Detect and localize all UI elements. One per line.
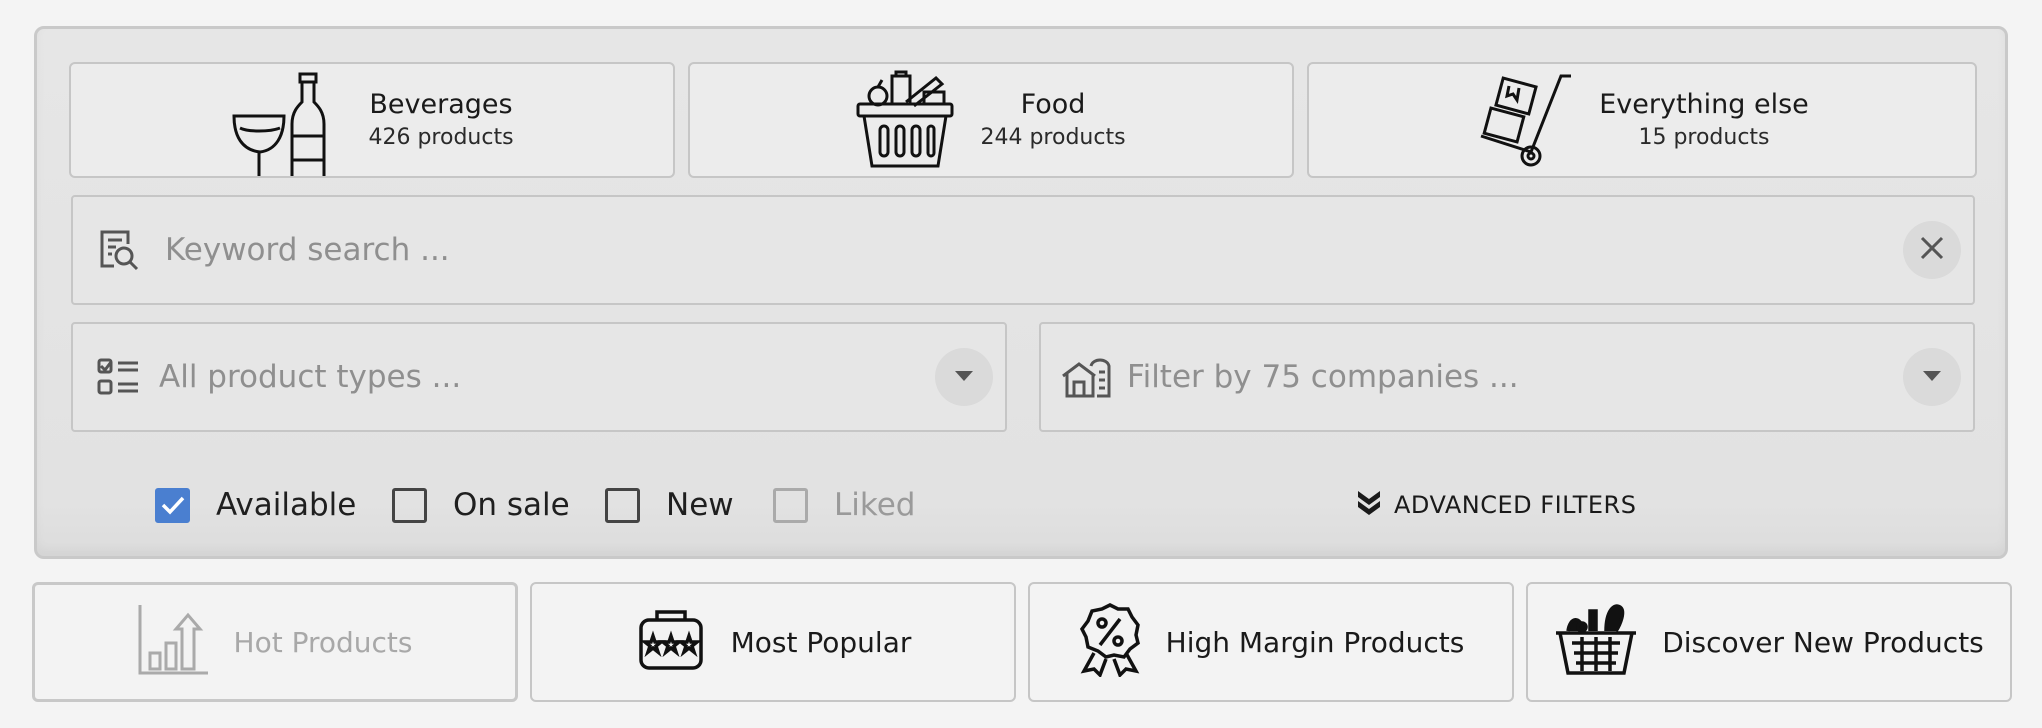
category-everything-else-button[interactable]: Everything else 15 products xyxy=(1307,62,1977,178)
filter-panel: Beverages 426 products Food 244 products… xyxy=(34,26,2008,559)
hand-truck-icon xyxy=(1475,72,1573,168)
checkbox-label: Available xyxy=(216,487,357,523)
category-food-button[interactable]: Food 244 products xyxy=(688,62,1294,178)
category-name: Everything else xyxy=(1599,89,1809,120)
discover-new-products-button[interactable]: Discover New Products xyxy=(1526,582,2012,702)
checkbox-box[interactable] xyxy=(155,487,190,523)
clear-search-button[interactable] xyxy=(1903,221,1961,279)
checkbox-label: New xyxy=(666,487,734,523)
checkbox-label: On sale xyxy=(453,487,570,523)
percent-badge-icon xyxy=(1078,601,1142,684)
companies-select[interactable] xyxy=(1039,322,1975,432)
category-count: 15 products xyxy=(1638,125,1770,150)
keyword-search-field[interactable] xyxy=(71,195,1975,305)
category-name: Food xyxy=(1020,89,1086,120)
picnic-basket-icon xyxy=(1554,601,1638,684)
on-sale-checkbox[interactable]: On sale xyxy=(392,480,570,530)
star-basket-icon xyxy=(635,606,707,679)
wine-bottle-icon xyxy=(230,72,342,176)
checkbox-label: Liked xyxy=(834,487,916,523)
product-types-input[interactable] xyxy=(159,347,935,407)
filter-checkboxes: Available On sale New Liked ADVANCED FIL… xyxy=(37,480,2005,530)
companies-input[interactable] xyxy=(1127,347,1903,407)
advanced-filters-label: ADVANCED FILTERS xyxy=(1394,491,1637,519)
high-margin-products-label: High Margin Products xyxy=(1165,625,1465,659)
warehouse-icon xyxy=(1061,352,1111,402)
double-chevron-down-icon xyxy=(1356,487,1382,523)
food-basket-icon xyxy=(856,70,954,170)
checkbox-box[interactable] xyxy=(773,487,808,523)
most-popular-label: Most Popular xyxy=(730,625,912,659)
category-beverages-button[interactable]: Beverages 426 products xyxy=(69,62,675,178)
checkbox-box[interactable] xyxy=(605,487,640,523)
product-types-dropdown-button[interactable] xyxy=(935,348,993,406)
advanced-filters-button[interactable]: ADVANCED FILTERS xyxy=(1356,480,1636,530)
hot-products-button[interactable]: Hot Products xyxy=(32,582,518,702)
search-list-icon xyxy=(93,225,143,275)
close-icon xyxy=(1919,235,1945,265)
checkbox-box[interactable] xyxy=(392,487,427,523)
caret-down-icon xyxy=(953,368,975,387)
checklist-icon xyxy=(93,352,143,402)
caret-down-icon xyxy=(1921,368,1943,387)
most-popular-button[interactable]: Most Popular xyxy=(530,582,1016,702)
new-checkbox[interactable]: New xyxy=(605,480,734,530)
category-name: Beverages xyxy=(369,89,513,120)
bar-chart-up-icon xyxy=(138,603,210,682)
companies-dropdown-button[interactable] xyxy=(1903,348,1961,406)
product-types-select[interactable] xyxy=(71,322,1007,432)
category-count: 244 products xyxy=(980,125,1126,150)
available-checkbox[interactable]: Available xyxy=(155,480,356,530)
hot-products-label: Hot Products xyxy=(233,625,413,659)
discover-new-products-label: Discover New Products xyxy=(1662,625,1984,659)
search-input[interactable] xyxy=(165,220,1903,280)
category-count: 426 products xyxy=(368,125,514,150)
liked-checkbox[interactable]: Liked xyxy=(773,480,915,530)
high-margin-products-button[interactable]: High Margin Products xyxy=(1028,582,1514,702)
